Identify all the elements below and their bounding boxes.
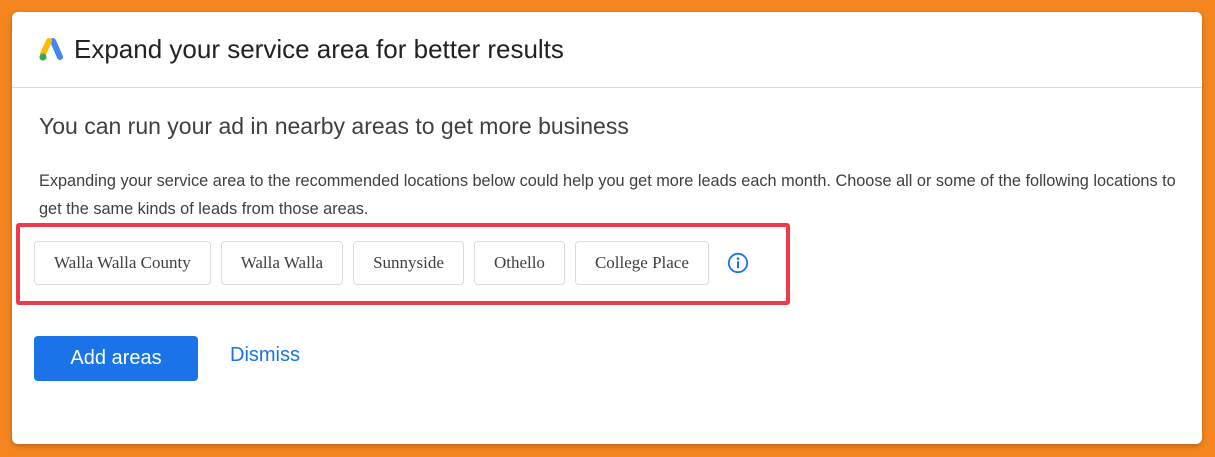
section-subtitle: You can run your ad in nearby areas to g… <box>39 113 629 139</box>
google-ads-logo-icon <box>39 37 63 61</box>
dismiss-button[interactable]: Dismiss <box>230 344 300 367</box>
location-chip-walla-walla-county[interactable]: Walla Walla County <box>34 241 211 285</box>
add-areas-button[interactable]: Add areas <box>34 336 198 381</box>
card-title: Expand your service area for better resu… <box>74 34 564 64</box>
card-header: Expand your service area for better resu… <box>12 12 1202 88</box>
location-chip-list: Walla Walla County Walla Walla Sunnyside… <box>34 241 749 285</box>
info-icon[interactable] <box>727 252 749 274</box>
expand-service-area-card: Expand your service area for better resu… <box>12 12 1202 444</box>
location-chip-sunnyside[interactable]: Sunnyside <box>353 241 464 285</box>
location-chip-college-place[interactable]: College Place <box>574 241 709 285</box>
description-text: Expanding your service area to the recom… <box>39 172 1176 218</box>
location-chip-walla-walla[interactable]: Walla Walla <box>220 241 344 285</box>
location-chip-othello[interactable]: Othello <box>473 241 565 285</box>
